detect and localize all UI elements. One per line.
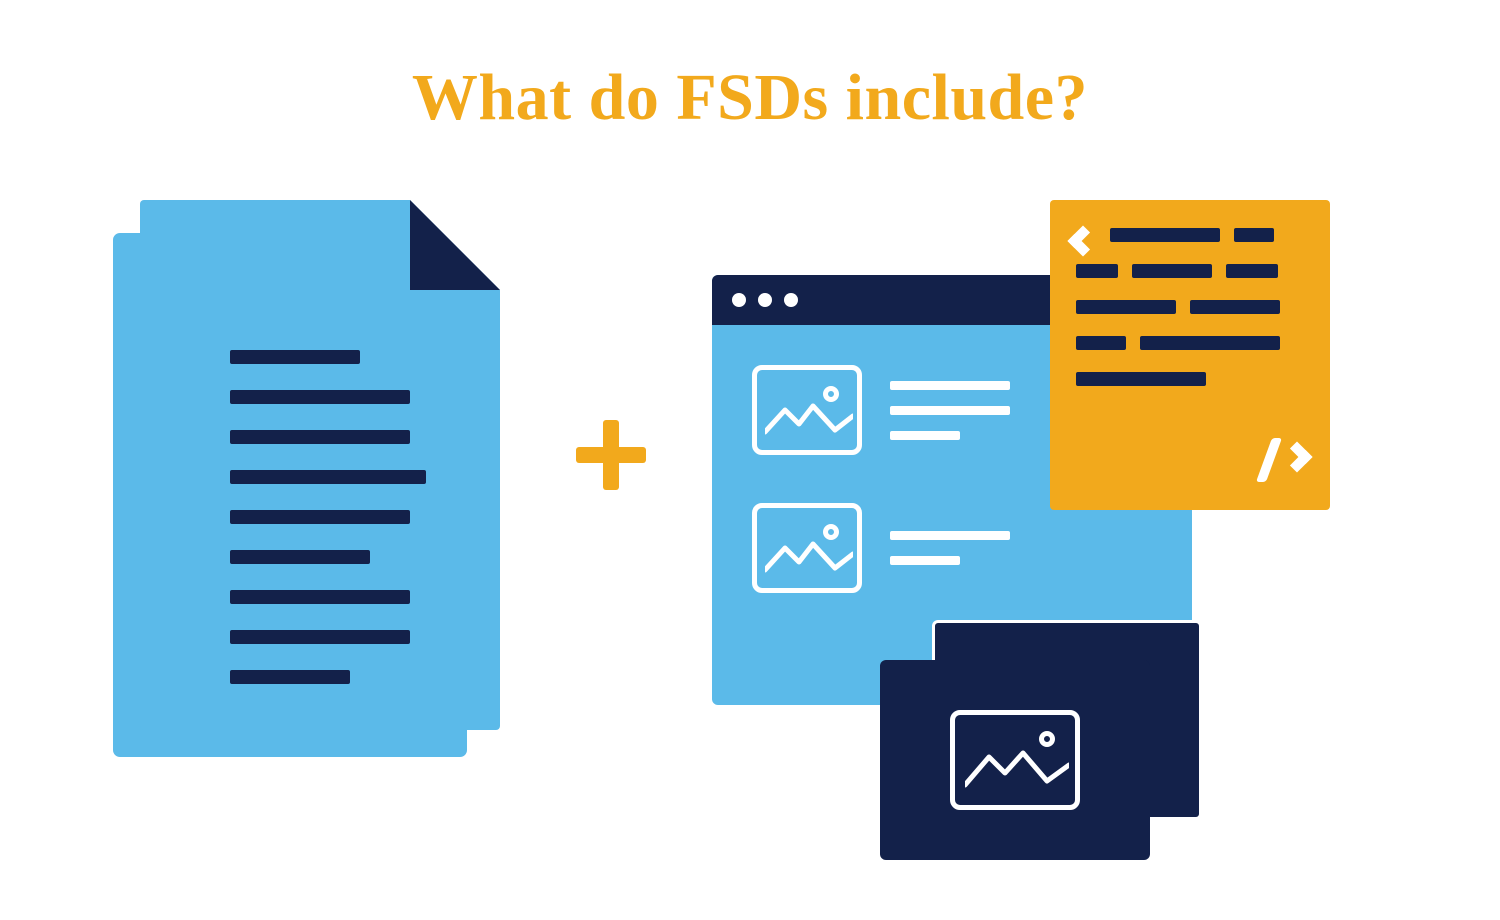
document-text-lines bbox=[230, 350, 430, 684]
document-front-icon bbox=[140, 200, 500, 730]
window-dot-icon bbox=[732, 293, 746, 307]
window-dot-icon bbox=[758, 293, 772, 307]
chevron-right-icon bbox=[1281, 441, 1312, 472]
heading-title: What do FSDs include? bbox=[0, 60, 1500, 136]
document-fold-corner bbox=[410, 200, 500, 290]
image-placeholder-icon bbox=[752, 365, 862, 455]
chevron-left-icon bbox=[1067, 225, 1098, 256]
browser-content-row bbox=[752, 503, 1192, 593]
plus-icon bbox=[576, 420, 646, 490]
window-dot-icon bbox=[784, 293, 798, 307]
code-slash-icon bbox=[1256, 438, 1282, 482]
text-lines-icon bbox=[890, 531, 1010, 565]
image-placeholder-icon bbox=[950, 710, 1080, 810]
image-placeholder-icon bbox=[752, 503, 862, 593]
image-card-front-icon bbox=[880, 660, 1150, 860]
text-lines-icon bbox=[890, 381, 1010, 440]
code-snippet-icon bbox=[1050, 200, 1330, 510]
